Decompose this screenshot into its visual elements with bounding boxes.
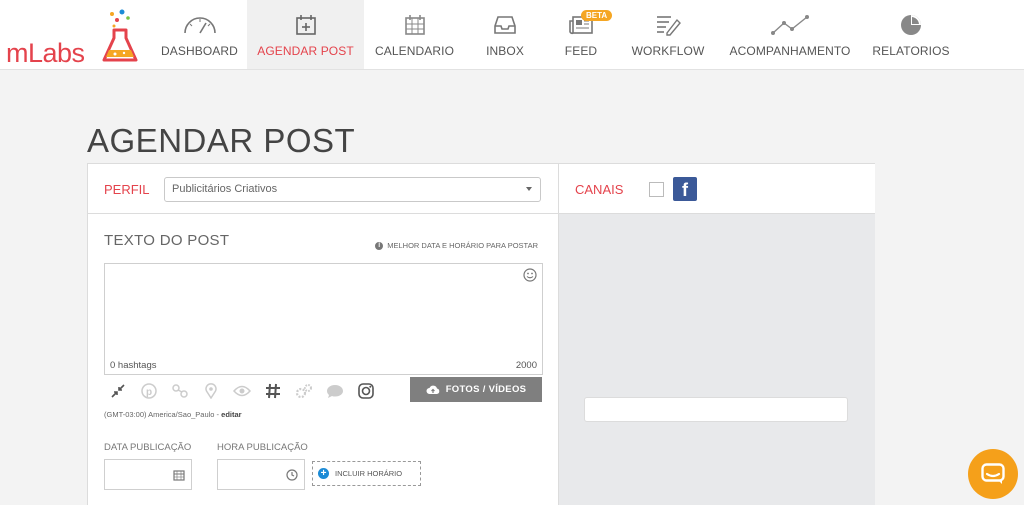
timezone-label: (GMT-03:00) America/Sao_Paulo -: [104, 410, 220, 419]
nav-item-workflow[interactable]: WORKFLOW: [617, 0, 719, 69]
flask-icon: [102, 9, 138, 62]
perfil-select[interactable]: Publicitários Criativos: [164, 177, 541, 202]
gauge-icon: [182, 12, 218, 38]
calendar-icon: [404, 12, 426, 38]
info-icon: i: [375, 241, 384, 250]
perfil-selected-value: Publicitários Criativos: [172, 183, 278, 195]
chat-support-button[interactable]: [968, 449, 1018, 499]
nav-item-acompanhamento[interactable]: ACOMPANHAMENTO: [719, 0, 861, 69]
canais-label: CANAIS: [575, 182, 624, 197]
comment-icon[interactable]: [325, 381, 345, 401]
select-all-channels-checkbox[interactable]: [649, 182, 664, 197]
post-text-label: TEXTO DO POST: [104, 232, 230, 249]
post-tools: p: [108, 380, 376, 402]
line-chart-icon: [770, 12, 810, 38]
page-title: AGENDAR POST: [87, 122, 356, 159]
perfil-label: PERFIL: [104, 182, 150, 197]
nav-item-dashboard[interactable]: DASHBOARD: [152, 0, 247, 69]
timezone-info: (GMT-03:00) America/Sao_Paulo - editar: [104, 410, 242, 419]
hashtag-icon[interactable]: [263, 381, 283, 401]
emoji-icon[interactable]: [523, 268, 537, 282]
publish-date-label: DATA PUBLICAÇÃO: [104, 442, 192, 453]
calendar-icon: [173, 470, 185, 481]
collapse-arrows-icon[interactable]: [108, 381, 128, 401]
pinterest-icon[interactable]: p: [139, 381, 159, 401]
beta-badge: BETA: [581, 10, 613, 21]
timezone-edit-link[interactable]: editar: [221, 410, 241, 419]
chat-bubble-icon: [981, 463, 1005, 484]
instagram-refresh-icon[interactable]: [356, 381, 376, 401]
preview-input[interactable]: [584, 397, 848, 422]
schedule-post-card: PERFIL Publicitários Criativos TEXTO DO …: [87, 163, 875, 505]
facebook-icon[interactable]: f: [673, 177, 697, 201]
best-time-link[interactable]: i MELHOR DATA E HORÁRIO PARA POSTAR: [375, 241, 538, 250]
best-time-label: MELHOR DATA E HORÁRIO PARA POSTAR: [387, 241, 538, 250]
photos-videos-button[interactable]: FOTOS / VÍDEOS: [410, 377, 542, 402]
mlabs-logo[interactable]: mLabs: [6, 8, 138, 68]
svg-text:p: p: [146, 387, 152, 398]
logo-text: mLabs: [6, 38, 85, 68]
hashtag-count: 0 hashtags: [110, 360, 157, 371]
nav-item-feed[interactable]: FEED BETA: [545, 0, 617, 69]
post-editor-panel: PERFIL Publicitários Criativos TEXTO DO …: [88, 164, 559, 505]
canais-row: CANAIS f: [559, 164, 875, 214]
nav-item-calendario[interactable]: CALENDARIO: [364, 0, 465, 69]
main-nav: DASHBOARD AGENDAR POST CALENDARIO INBOX …: [152, 0, 961, 69]
nav-item-relatorios[interactable]: RELATORIOS: [861, 0, 961, 69]
link-icon[interactable]: [170, 381, 190, 401]
plus-circle-icon: +: [318, 468, 329, 479]
add-time-button[interactable]: + INCLUIR HORÁRIO: [312, 461, 421, 486]
clock-icon: [286, 469, 298, 481]
publish-time-label: HORA PUBLICAÇÃO: [217, 442, 308, 453]
nav-item-agendar-post[interactable]: AGENDAR POST: [247, 0, 364, 69]
settings-gears-icon[interactable]: [294, 381, 314, 401]
location-pin-icon[interactable]: [201, 381, 221, 401]
publish-date-input[interactable]: [104, 459, 192, 490]
channels-panel: CANAIS f: [559, 164, 875, 505]
pie-chart-icon: [900, 12, 922, 38]
perfil-row: PERFIL Publicitários Criativos: [88, 164, 558, 214]
inbox-icon: [493, 12, 517, 38]
preview-eye-icon[interactable]: [232, 381, 252, 401]
add-time-label: INCLUIR HORÁRIO: [335, 469, 403, 478]
cloud-upload-icon: [426, 385, 439, 394]
top-navigation-bar: mLabs DASHBOARD AGENDAR POST CALENDARIO …: [0, 0, 1024, 70]
nav-item-inbox[interactable]: INBOX: [465, 0, 545, 69]
publish-time-input[interactable]: [217, 459, 305, 490]
dropdown-caret-icon: [526, 187, 532, 191]
char-counter: 2000: [515, 360, 537, 371]
workflow-icon: [655, 12, 681, 38]
post-textarea[interactable]: 0 hashtags 2000: [104, 263, 543, 375]
photos-videos-label: FOTOS / VÍDEOS: [445, 384, 527, 395]
calendar-plus-icon: [295, 12, 317, 38]
